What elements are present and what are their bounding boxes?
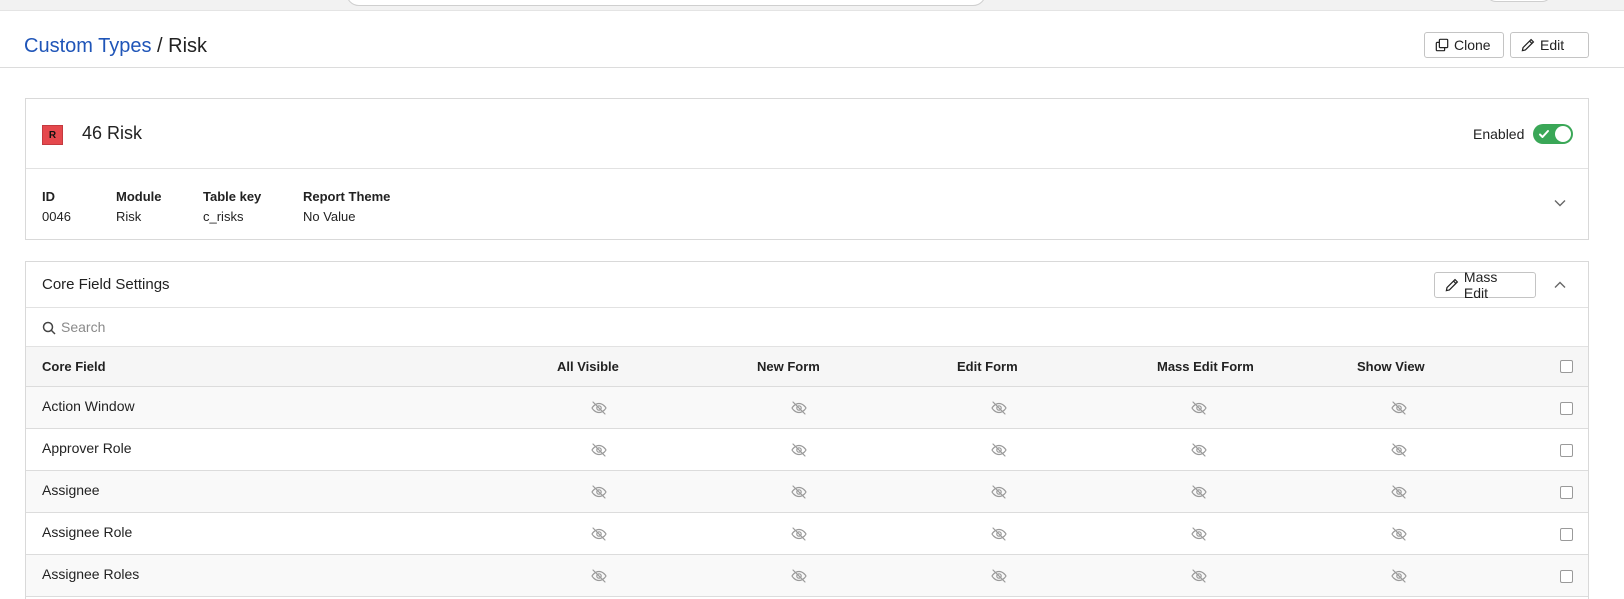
eye-slash-icon[interactable]: [791, 400, 807, 416]
meta-report-theme-label: Report Theme: [303, 189, 391, 204]
row-checkbox[interactable]: [1560, 402, 1573, 415]
breadcrumb-current: Risk: [168, 35, 208, 57]
select-all-checkbox[interactable]: [1560, 360, 1573, 373]
eye-slash-icon[interactable]: [991, 400, 1007, 416]
core-field-name: Assignee Role: [42, 524, 133, 540]
table-row: Assignee: [26, 471, 1588, 513]
eye-slash-icon[interactable]: [991, 568, 1007, 584]
meta-table-key: Table key c_risks: [203, 187, 261, 227]
table-header: Core Field All Visible New Form Edit For…: [26, 347, 1588, 387]
custom-type-summary-card: R 46 Risk Enabled ID 0046 Module Risk Ta…: [25, 98, 1589, 240]
enabled-label: Enabled: [1473, 126, 1525, 142]
breadcrumb-separator: /: [151, 35, 169, 57]
column-header-core-field[interactable]: Core Field: [42, 359, 106, 374]
column-header-show-view[interactable]: Show View: [1357, 359, 1425, 374]
eye-slash-icon[interactable]: [1391, 526, 1407, 542]
field-search-bar: [26, 308, 1588, 347]
table-row: Action Window: [26, 387, 1588, 429]
edit-button[interactable]: Edit: [1510, 32, 1589, 58]
clone-button-label: Clone: [1454, 37, 1491, 53]
eye-slash-icon[interactable]: [791, 484, 807, 500]
clone-icon: [1435, 38, 1449, 52]
global-search-input[interactable]: [346, 0, 986, 6]
column-header-mass-edit-form[interactable]: Mass Edit Form: [1157, 359, 1254, 374]
meta-module: Module Risk: [116, 187, 162, 227]
mass-edit-button[interactable]: Mass Edit: [1434, 269, 1536, 301]
mass-edit-button-label: Mass Edit: [1463, 269, 1498, 301]
summary-card-header: R 46 Risk Enabled: [26, 99, 1588, 169]
eye-slash-icon[interactable]: [1191, 526, 1207, 542]
page-header: Custom Types / Risk Clone Edit: [0, 11, 1624, 68]
eye-slash-icon[interactable]: [791, 442, 807, 458]
eye-slash-icon[interactable]: [1191, 484, 1207, 500]
meta-table-key-label: Table key: [203, 189, 262, 204]
table-row: Approver Role: [26, 429, 1588, 471]
type-badge: R: [42, 125, 63, 145]
chevron-down-icon[interactable]: [1553, 196, 1567, 210]
core-field-name: Action Window: [42, 398, 135, 414]
check-icon: [1539, 130, 1549, 138]
field-search-input[interactable]: [61, 316, 1261, 338]
eye-slash-icon[interactable]: [1391, 400, 1407, 416]
pencil-icon: [1521, 38, 1535, 52]
core-field-settings-card: Core Field Settings Mass Edit Core Field…: [25, 261, 1589, 599]
meta-id-label: ID: [42, 189, 55, 204]
clone-button[interactable]: Clone: [1424, 32, 1504, 58]
table-row: Assignee Role: [26, 513, 1588, 555]
eye-slash-icon[interactable]: [791, 526, 807, 542]
eye-slash-icon[interactable]: [1391, 568, 1407, 584]
column-header-edit-form[interactable]: Edit Form: [957, 359, 1018, 374]
eye-slash-icon[interactable]: [591, 400, 607, 416]
meta-id-value: 0046: [42, 209, 71, 224]
core-field-settings-title: Core Field Settings: [42, 276, 170, 293]
eye-slash-icon[interactable]: [591, 484, 607, 500]
table-row: Assignee Roles: [26, 555, 1588, 597]
core-field-settings-header: Core Field Settings Mass Edit: [26, 262, 1588, 308]
eye-slash-icon[interactable]: [591, 526, 607, 542]
eye-slash-icon[interactable]: [991, 484, 1007, 500]
core-field-name: Assignee: [42, 482, 100, 498]
eye-slash-icon[interactable]: [791, 568, 807, 584]
row-checkbox[interactable]: [1560, 528, 1573, 541]
eye-slash-icon[interactable]: [1191, 400, 1207, 416]
eye-slash-icon[interactable]: [1391, 442, 1407, 458]
breadcrumb-link-custom-types[interactable]: Custom Types: [24, 35, 151, 57]
eye-slash-icon[interactable]: [591, 568, 607, 584]
chevron-up-icon[interactable]: [1553, 278, 1567, 292]
row-checkbox[interactable]: [1560, 486, 1573, 499]
core-field-name: Approver Role: [42, 440, 132, 456]
eye-slash-icon[interactable]: [1191, 568, 1207, 584]
row-checkbox[interactable]: [1560, 444, 1573, 457]
eye-slash-icon[interactable]: [1191, 442, 1207, 458]
pencil-icon: [1445, 278, 1459, 292]
meta-report-theme: Report Theme No Value: [303, 187, 390, 227]
user-menu-button[interactable]: [1486, 0, 1552, 2]
eye-slash-icon[interactable]: [1391, 484, 1407, 500]
meta-table-key-value: c_risks: [203, 209, 244, 224]
breadcrumb: Custom Types / Risk: [24, 34, 207, 58]
meta-module-value: Risk: [116, 209, 142, 224]
meta-module-label: Module: [116, 189, 162, 204]
enabled-toggle[interactable]: [1533, 124, 1573, 144]
eye-slash-icon[interactable]: [591, 442, 607, 458]
type-title: 46 Risk: [82, 123, 143, 143]
core-field-rows: Action Window Approver Role Assignee Ass…: [26, 387, 1588, 597]
toggle-knob: [1555, 126, 1571, 142]
column-header-new-form[interactable]: New Form: [757, 359, 820, 374]
column-header-all-visible[interactable]: All Visible: [557, 359, 619, 374]
edit-button-label: Edit: [1540, 37, 1565, 53]
eye-slash-icon[interactable]: [991, 442, 1007, 458]
core-field-name: Assignee Roles: [42, 566, 140, 582]
row-checkbox[interactable]: [1560, 570, 1573, 583]
meta-report-theme-value: No Value: [303, 209, 356, 224]
meta-id: ID 0046: [42, 187, 71, 227]
search-icon: [42, 321, 56, 335]
eye-slash-icon[interactable]: [991, 526, 1007, 542]
top-navigation-bar: [0, 0, 1624, 11]
